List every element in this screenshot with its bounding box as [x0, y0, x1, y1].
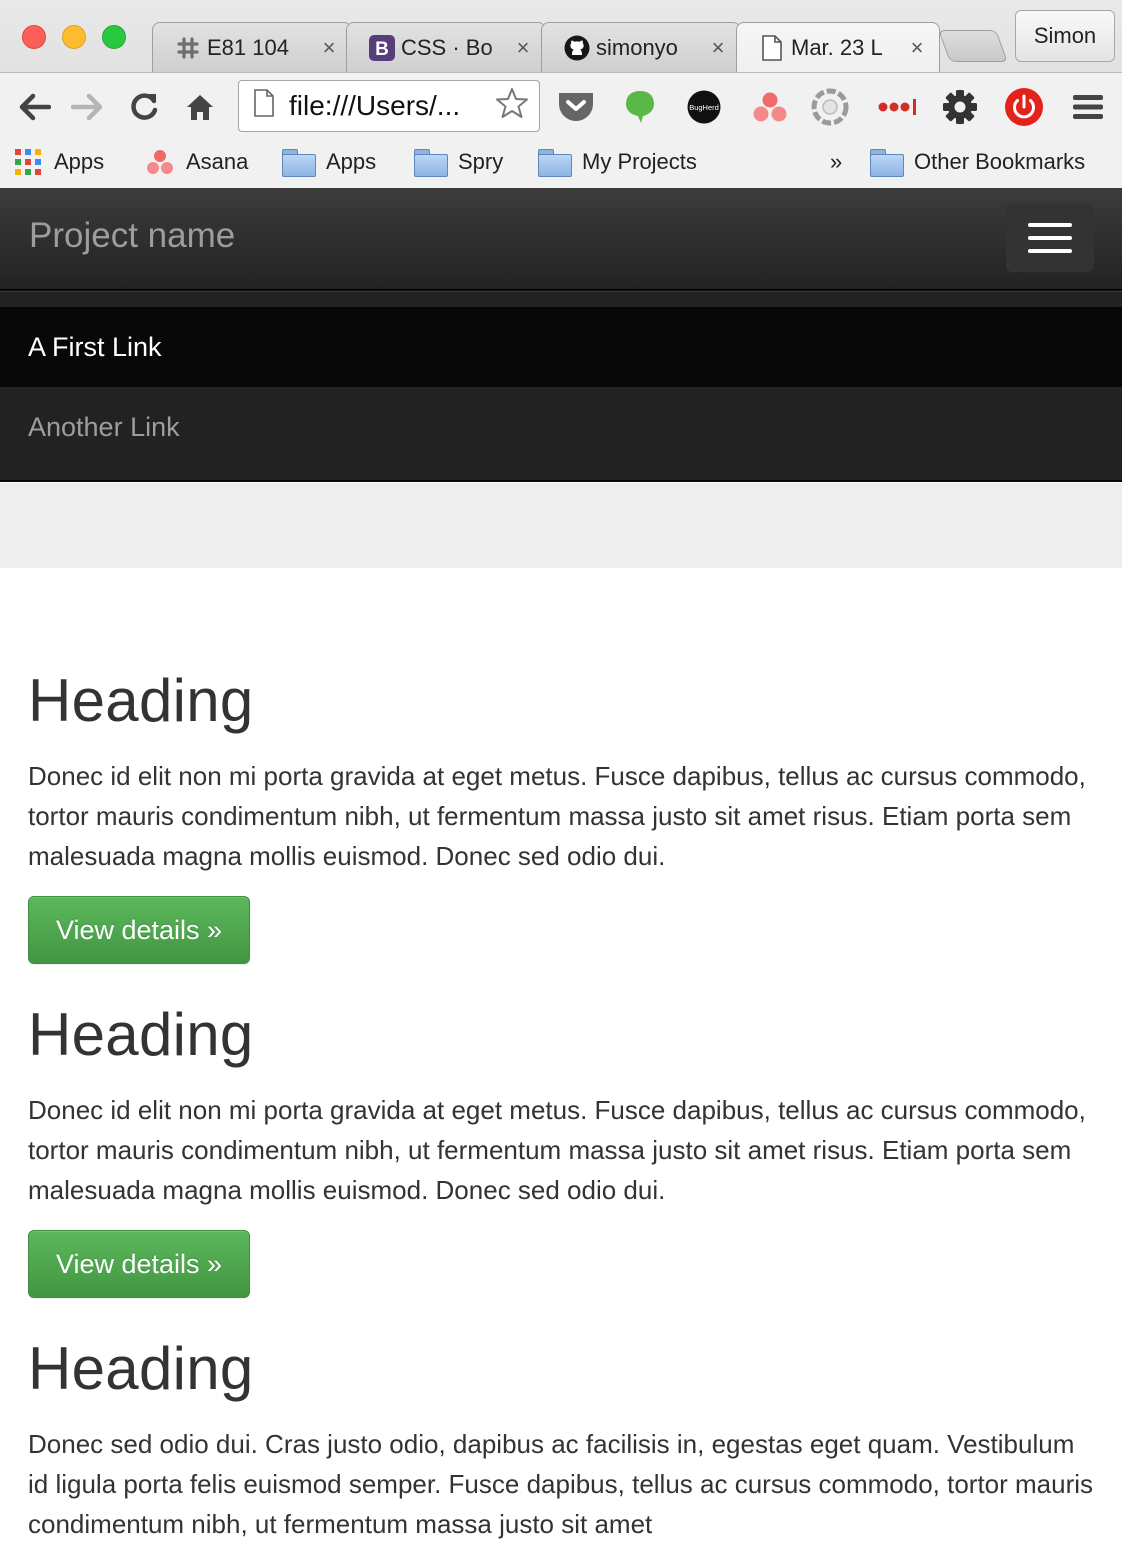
minimize-window-button[interactable]: [62, 25, 86, 49]
tab-strip: E81 104 × B CSS · Bo × simonyo × Mar. 23…: [0, 0, 1122, 72]
bookmark-star-icon[interactable]: [495, 86, 529, 127]
folder-icon: [414, 149, 448, 177]
navbar-toggle-button[interactable]: [1006, 204, 1094, 272]
slack-icon: [175, 35, 201, 61]
profile-button[interactable]: Simon: [1015, 10, 1115, 62]
bookmark-apps[interactable]: Apps: [14, 140, 104, 184]
close-window-button[interactable]: [22, 25, 46, 49]
view-details-button[interactable]: View details »: [28, 896, 250, 964]
bookmark-folder-my-projects[interactable]: My Projects: [538, 140, 697, 184]
svg-text:B: B: [375, 39, 389, 60]
section-heading: Heading: [28, 1001, 254, 1068]
bookmark-label: Apps: [54, 149, 105, 174]
section-body: Donec id elit non mi porta gravida at eg…: [28, 761, 1086, 871]
bookmark-label: Other Bookmarks: [914, 149, 1086, 174]
browser-chrome: E81 104 × B CSS · Bo × simonyo × Mar. 23…: [0, 0, 1122, 188]
tab-close-icon[interactable]: ×: [907, 35, 927, 61]
bookmark-folder-other[interactable]: Other Bookmarks: [870, 140, 1085, 184]
hamburger-bar: [1028, 223, 1072, 227]
section-body: Donec sed odio dui. Cras justo odio, dap…: [28, 1429, 1094, 1539]
bookmark-folder-spry[interactable]: Spry: [414, 140, 503, 184]
home-button[interactable]: [180, 87, 220, 127]
content-section: Heading Donec sed odio dui. Cras justo o…: [28, 1336, 1094, 1544]
folder-icon: [538, 149, 572, 177]
github-icon: [564, 35, 590, 61]
bootstrap-icon: B: [369, 34, 395, 61]
back-button[interactable]: [14, 87, 54, 127]
asana-icon[interactable]: [750, 87, 790, 127]
bookmark-label: Apps: [326, 149, 377, 174]
bookmark-label: Asana: [186, 149, 249, 174]
document-icon: [759, 34, 785, 61]
tab-github[interactable]: simonyo ×: [541, 22, 741, 72]
asana-icon: [146, 149, 174, 175]
settings-icon[interactable]: [940, 87, 980, 127]
aperture-icon[interactable]: [810, 87, 850, 127]
chrome-menu-icon[interactable]: [1068, 87, 1108, 127]
tab-close-icon[interactable]: ×: [319, 35, 339, 61]
folder-icon: [870, 149, 904, 177]
bookmarks-overflow-chevron-icon[interactable]: »: [830, 140, 842, 184]
address-bar[interactable]: file:///Users/...: [238, 80, 540, 132]
tab-title: Mar. 23 L: [791, 34, 883, 60]
evernote-icon[interactable]: [620, 87, 660, 127]
view-details-button[interactable]: View details »: [28, 1230, 250, 1298]
jumbotron: [0, 483, 1122, 568]
folder-icon: [282, 149, 316, 177]
apps-grid-icon: [14, 148, 42, 176]
nav-link-another[interactable]: Another Link: [0, 387, 1122, 467]
svg-text:BugHerd: BugHerd: [689, 103, 719, 112]
bugherd-icon[interactable]: BugHerd: [684, 87, 724, 127]
bookmarks-bar: Apps Asana Apps Spry My Projects » Other…: [0, 140, 1122, 188]
navbar-brand[interactable]: Project name: [29, 216, 235, 256]
section-heading: Heading: [28, 1335, 254, 1402]
navbar-collapse-menu: A First Link Another Link: [0, 290, 1122, 482]
tab-close-icon[interactable]: ×: [513, 35, 533, 61]
tab-current-page[interactable]: Mar. 23 L ×: [736, 22, 940, 72]
tab-close-icon[interactable]: ×: [708, 35, 728, 61]
bookmark-label: Spry: [458, 149, 504, 174]
navbar: Project name: [0, 188, 1122, 290]
tab-slack[interactable]: E81 104 ×: [152, 22, 352, 72]
forward-button[interactable]: [68, 87, 108, 127]
bookmark-asana[interactable]: Asana: [146, 140, 248, 184]
section-heading: Heading: [28, 667, 254, 734]
tab-bootstrap[interactable]: B CSS · Bo ×: [346, 22, 546, 72]
hamburger-bar: [1028, 249, 1072, 253]
page-icon: [253, 88, 275, 124]
hamburger-bar: [1028, 236, 1072, 240]
tab-title: E81 104: [207, 34, 289, 60]
back-arrow-icon: [19, 93, 51, 121]
tab-title: simonyo: [596, 34, 678, 60]
pocket-icon[interactable]: [556, 87, 596, 127]
tab-title: CSS · Bo: [401, 34, 493, 60]
section-body: Donec id elit non mi porta gravida at eg…: [28, 1095, 1086, 1205]
url-text: file:///Users/...: [289, 90, 461, 121]
bookmark-label: My Projects: [582, 149, 697, 174]
content-section: Heading Donec id elit non mi porta gravi…: [28, 1002, 1094, 1298]
bookmark-folder-apps[interactable]: Apps: [282, 140, 376, 184]
browser-toolbar: file:///Users/... BugHerd: [0, 72, 1122, 140]
zoom-window-button[interactable]: [102, 25, 126, 49]
content-section: Heading Donec id elit non mi porta gravi…: [28, 668, 1094, 964]
lastpass-icon[interactable]: [876, 87, 920, 127]
home-icon: [187, 95, 213, 120]
new-tab-button[interactable]: [938, 30, 1008, 62]
nav-link-first[interactable]: A First Link: [0, 307, 1122, 387]
reload-button[interactable]: [124, 87, 164, 127]
forward-arrow-icon: [71, 93, 103, 121]
reload-icon: [131, 93, 158, 120]
power-icon[interactable]: [1004, 87, 1044, 127]
